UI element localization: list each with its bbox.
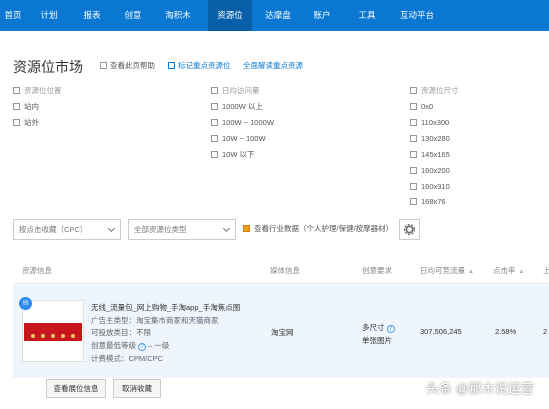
- top-navigation: 首页 计划 报表 创意 淘积木 资源位 达摩盘 账户 工具 互动平台: [0, 0, 549, 31]
- filter-size-header[interactable]: 资源位尺寸: [410, 86, 459, 96]
- filter-position-header[interactable]: 资源位位置: [13, 86, 62, 96]
- filter-size-option[interactable]: 0x0: [410, 102, 433, 112]
- resource-thumbnail[interactable]: ✉: [19, 297, 84, 362]
- filter-size-option[interactable]: 110x300: [410, 118, 449, 128]
- filter-size-option[interactable]: 145x165: [410, 150, 450, 160]
- dot-decoration: [61, 334, 65, 338]
- checkbox[interactable]: [211, 135, 218, 142]
- help-link[interactable]: 查看此页帮助: [100, 61, 155, 71]
- creative-type: 单张图片: [362, 336, 392, 345]
- page-title: 资源位市场: [13, 59, 83, 75]
- checkbox[interactable]: [211, 103, 218, 110]
- favorite-link[interactable]: 标记重点资源位: [168, 61, 231, 71]
- checkbox[interactable]: [13, 87, 20, 94]
- checkbox[interactable]: [410, 135, 417, 142]
- gear-icon: [403, 223, 416, 236]
- filter-size-option[interactable]: 130x280: [410, 134, 450, 144]
- checkbox[interactable]: [410, 103, 417, 110]
- checkbox[interactable]: [410, 167, 417, 174]
- col-resource-info: 资源信息: [22, 266, 52, 275]
- type-select[interactable]: 全部资源位类型: [128, 219, 236, 240]
- mail-icon[interactable]: ✉: [19, 297, 32, 310]
- filter-position-option[interactable]: 站外: [13, 118, 39, 128]
- min-level: 创意最低等级? – 一级: [91, 341, 170, 351]
- resource-name[interactable]: 无线_流量包_网上购物_手淘app_手淘焦点图: [91, 302, 240, 313]
- help-icon[interactable]: ?: [386, 325, 395, 333]
- checkbox[interactable]: [410, 87, 417, 94]
- filter-visits-header[interactable]: 日均访问量: [211, 86, 260, 96]
- settings-button[interactable]: [399, 219, 420, 240]
- filter-size-option[interactable]: 168x76: [410, 197, 446, 207]
- nav-item-plan[interactable]: 计划: [32, 0, 66, 31]
- help-icon[interactable]: ?: [138, 343, 146, 351]
- help-link-label: 查看此页帮助: [110, 61, 155, 70]
- checkbox[interactable]: [13, 119, 20, 126]
- industry-note: （个人护理/保健/按摩器材）: [299, 224, 394, 233]
- creative-size: 多尺寸?: [362, 322, 395, 333]
- category: 可投放类目：不限: [91, 328, 151, 337]
- nav-item-creative[interactable]: 创意: [116, 0, 150, 31]
- checkbox[interactable]: [410, 198, 417, 205]
- chevron-down-icon: [222, 224, 231, 233]
- ad-type: 广告主类型：淘宝集市商家和天猫商家: [91, 316, 219, 325]
- nav-item-home[interactable]: 首页: [0, 0, 26, 31]
- watermark: 头条 @那木说运营: [426, 381, 534, 396]
- checkbox[interactable]: [410, 119, 417, 126]
- dot-decoration: [51, 334, 55, 338]
- billing-mode: 计费模式：CPM/CPC: [91, 354, 164, 363]
- nav-item-account[interactable]: 账户: [305, 0, 339, 31]
- filter-visits-option[interactable]: 10W 以下: [211, 150, 255, 160]
- checkbox[interactable]: [410, 183, 417, 190]
- favorite-link-label: 标记重点资源位: [178, 61, 231, 70]
- col-media-info: 媒体信息: [270, 266, 300, 275]
- mail-icon: [168, 62, 175, 69]
- filter-size-option[interactable]: 160x200: [410, 166, 450, 176]
- sort-icon: ▲: [518, 269, 525, 275]
- media-name: 淘宝网: [271, 328, 294, 337]
- checkbox[interactable]: [211, 151, 218, 158]
- nav-item-report[interactable]: 报表: [75, 0, 109, 31]
- learn-link-label: 全面解读重点资源: [243, 61, 303, 70]
- view-position-button[interactable]: 查看展位信息: [46, 379, 106, 398]
- nav-item-resource[interactable]: 资源位: [208, 0, 252, 31]
- nav-item-tools[interactable]: 工具: [350, 0, 384, 31]
- checkbox[interactable]: [410, 151, 417, 158]
- filter-visits-option[interactable]: 10W ~ 100W: [211, 134, 266, 144]
- checkbox-checked[interactable]: [243, 225, 250, 232]
- filter-visits-option[interactable]: 100W ~ 1000W: [211, 118, 274, 128]
- filter-position-option[interactable]: 站内: [13, 102, 39, 112]
- col-daily-traffic[interactable]: 日均可竞流量 ▲: [420, 265, 474, 276]
- nav-item-damopan[interactable]: 达摩盘: [258, 0, 298, 31]
- help-doc-icon: [100, 62, 107, 69]
- col-ctr[interactable]: 点击率 ▲: [493, 265, 524, 276]
- trailing-value: 2: [543, 327, 548, 336]
- nav-item-interactive[interactable]: 互动平台: [392, 0, 442, 31]
- chevron-down-icon: [107, 224, 116, 233]
- industry-data-checkbox[interactable]: 查看行业数据（个人护理/保健/按摩器材）: [243, 224, 393, 234]
- sort-icon: ▲: [468, 269, 474, 275]
- learn-link[interactable]: 全面解读重点资源: [243, 61, 303, 71]
- banner-preview: [24, 323, 82, 341]
- col-creative-req: 创意要求: [362, 266, 392, 275]
- dot-decoration: [31, 334, 35, 338]
- daily-traffic-value: 307,506,245: [420, 327, 462, 336]
- filter-size-option[interactable]: 160x310: [410, 182, 450, 192]
- filter-visits-option[interactable]: 1000W 以上: [211, 102, 263, 112]
- checkbox[interactable]: [211, 119, 218, 126]
- checkbox[interactable]: [211, 87, 218, 94]
- nav-item-taojimu[interactable]: 淘积木: [158, 0, 198, 31]
- dot-decoration: [41, 334, 45, 338]
- dot-decoration: [71, 334, 75, 338]
- cancel-favorite-button[interactable]: 取消收藏: [113, 379, 161, 398]
- col-more: 上: [543, 266, 549, 275]
- checkbox[interactable]: [13, 103, 20, 110]
- ctr-value: 2.58%: [495, 327, 517, 336]
- sort-select[interactable]: 按点击收藏（CPC）: [13, 219, 121, 240]
